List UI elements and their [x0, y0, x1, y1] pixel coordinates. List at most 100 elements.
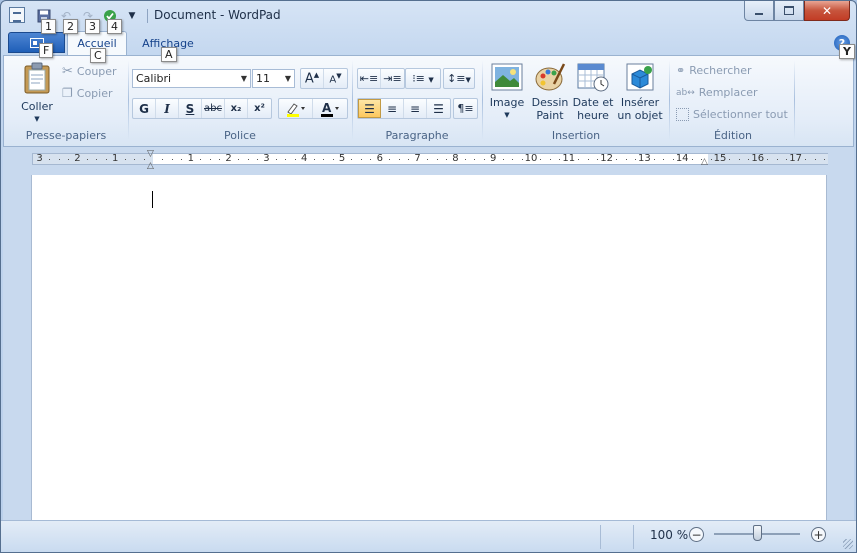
font-size-value: 11: [256, 72, 270, 85]
find-button[interactable]: ⚭ Rechercher: [676, 64, 752, 77]
insert-image-button[interactable]: Image ▼: [487, 62, 527, 122]
ruler-tick-dot: [597, 159, 599, 160]
group-paragraph: ⇤≡ ⇥≡ ⁝≡ ▼ ↕≡▼ ☰ ≡ ≡ ☰ ¶≡ Paragraphe: [355, 58, 479, 144]
align-left-button[interactable]: ☰: [358, 99, 381, 118]
ruler-tick-label: 1: [112, 153, 119, 164]
align-center-button[interactable]: ≡: [381, 99, 404, 118]
insert-object-label-line1: Insérer: [620, 96, 660, 109]
minimize-icon: [755, 12, 763, 15]
ruler-tick-dot: [502, 159, 504, 160]
qat-redo-button[interactable]: ↷ 3: [79, 7, 100, 34]
ruler-tick-dot: [323, 159, 325, 160]
zoom-level[interactable]: 100 %: [650, 528, 688, 542]
window-title: Document - WordPad: [154, 8, 281, 22]
indent-strip: ⇤≡ ⇥≡: [357, 68, 405, 89]
increase-indent-button[interactable]: ⇥≡: [381, 69, 404, 88]
resize-grip[interactable]: [843, 539, 853, 549]
hanging-indent-marker[interactable]: △: [147, 161, 154, 171]
justify-button[interactable]: ☰: [427, 99, 450, 118]
bullet-list-button[interactable]: ⁝≡ ▼: [406, 69, 440, 88]
first-line-indent-marker[interactable]: ▽: [147, 149, 154, 159]
document-page[interactable]: [31, 175, 827, 520]
date-time-button[interactable]: Date et heure: [571, 62, 615, 122]
align-right-button[interactable]: ≡: [404, 99, 427, 118]
wordpad-app-icon[interactable]: [9, 7, 25, 23]
ruler-tick-label: 2: [225, 153, 232, 164]
underline-button[interactable]: S: [179, 99, 202, 118]
keytip-3: 3: [85, 19, 100, 34]
qat-customize-dropdown[interactable]: ▼: [123, 7, 141, 25]
ruler-tick-dot: [219, 159, 221, 160]
object-icon: [626, 63, 654, 91]
group-editing: ⚭ Rechercher ab↔ Remplacer Sélectionner …: [672, 58, 794, 144]
copy-button[interactable]: ❐ Copier: [62, 86, 113, 100]
zoom-in-button[interactable]: +: [811, 527, 826, 542]
ruler-tick-dot: [143, 159, 145, 160]
maximize-button[interactable]: [774, 1, 804, 21]
subscript-button[interactable]: x₂: [225, 99, 248, 118]
qat-check-button[interactable]: 4: [101, 7, 122, 34]
paragraph-dialog-strip: ¶≡: [453, 98, 478, 119]
ruler-tick-dot: [512, 159, 514, 160]
select-all-button[interactable]: Sélectionner tout: [676, 108, 788, 121]
ruler-tick-dot: [313, 159, 315, 160]
tab-home[interactable]: Accueil C: [67, 31, 127, 63]
keytip-2: 2: [63, 19, 78, 34]
date-time-label-line1: Date et: [572, 96, 614, 109]
align-strip: ☰ ≡ ≡ ☰: [357, 98, 451, 119]
zoom-slider-thumb[interactable]: [752, 525, 762, 541]
clipboard-icon: [24, 62, 50, 94]
ruler-tick-dot: [672, 159, 674, 160]
ruler-area: 3 2 1 1 2 3 4 5 6 7 8 9 10 11 12 13 14 15 16 17 ▽ △ △: [3, 147, 854, 175]
right-indent-marker[interactable]: △: [701, 157, 708, 167]
font-family-value: Calibri: [136, 72, 172, 85]
font-size-combo[interactable]: 11 ▼: [252, 69, 295, 88]
minimize-button[interactable]: [744, 1, 774, 21]
qat-save-button[interactable]: 1: [35, 7, 56, 34]
ribbon-home: Coller ▼ ✂ Couper ❐ Copier Presse-papier…: [3, 55, 854, 147]
insert-object-button[interactable]: Insérer un objet: [615, 62, 665, 122]
ruler-tick-dot: [521, 159, 523, 160]
font-family-combo[interactable]: Calibri ▼: [132, 69, 251, 88]
grow-font-button[interactable]: A▲: [301, 69, 324, 88]
group-font-label: Police: [224, 129, 256, 142]
chevron-down-icon: ▼: [504, 111, 510, 119]
keytip-view: A: [161, 47, 177, 62]
status-separator: [633, 525, 634, 549]
ruler-tick-label: 6: [376, 153, 383, 164]
decrease-indent-button[interactable]: ⇤≡: [358, 69, 381, 88]
replace-button[interactable]: ab↔ Remplacer: [676, 86, 758, 99]
ruler-tick-dot: [748, 159, 750, 160]
bold-button[interactable]: G: [133, 99, 156, 118]
cut-button[interactable]: ✂ Couper: [62, 64, 117, 79]
ruler-tick-dot: [710, 159, 712, 160]
tab-view[interactable]: Affichage A: [134, 31, 202, 62]
align-right-icon: ≡: [409, 101, 421, 116]
file-menu-button[interactable]: F: [8, 32, 65, 58]
close-button[interactable]: ✕: [804, 1, 850, 21]
paragraph-dialog-button[interactable]: ¶≡: [454, 99, 477, 118]
line-spacing-button[interactable]: ↕≡▼: [444, 69, 474, 88]
paint-label-line1: Dessin: [531, 96, 569, 109]
ruler-tick-label: 11: [562, 153, 576, 164]
italic-button[interactable]: I: [156, 99, 179, 118]
shrink-font-button[interactable]: A▼: [324, 69, 347, 88]
superscript-button[interactable]: x²: [248, 99, 271, 118]
font-color-button[interactable]: A: [313, 99, 347, 118]
paste-button[interactable]: Coller ▼: [16, 62, 58, 126]
help-button[interactable]: ? Y: [834, 35, 855, 59]
paint-drawing-button[interactable]: Dessin Paint: [529, 62, 571, 122]
ruler-tick-dot: [86, 159, 88, 160]
ruler-tick-dot: [540, 159, 542, 160]
strikethrough-button[interactable]: abc: [202, 99, 225, 118]
ruler-tick-dot: [445, 159, 447, 160]
group-clipboard: Coller ▼ ✂ Couper ❐ Copier Presse-papier…: [6, 58, 126, 144]
zoom-out-button[interactable]: −: [689, 527, 704, 542]
ruler-tick-dot: [653, 159, 655, 160]
ruler-tick-label: 17: [789, 153, 802, 164]
highlight-color-button[interactable]: [279, 99, 313, 118]
ruler-tick-dot: [49, 159, 51, 160]
ruler-tick-dot: [285, 159, 287, 160]
paste-label: Coller: [21, 100, 53, 113]
qat-undo-button[interactable]: ↶ 2: [57, 7, 78, 34]
